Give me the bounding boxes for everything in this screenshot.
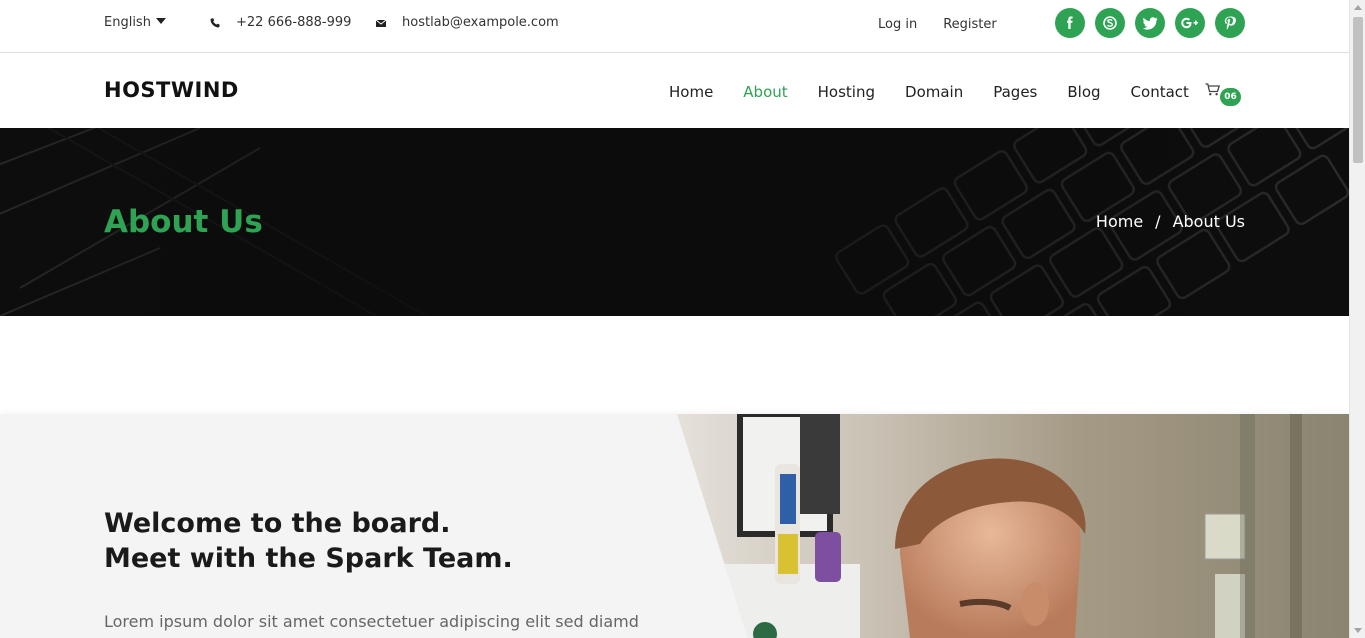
cart-count-badge: 06 <box>1220 88 1241 106</box>
facebook-button[interactable] <box>1055 8 1085 38</box>
google-plus-button[interactable] <box>1175 8 1205 38</box>
site-logo[interactable]: HOSTWIND <box>104 78 239 102</box>
page-title: About Us <box>104 204 263 240</box>
social-links <box>1055 8 1245 38</box>
twitter-button[interactable] <box>1135 8 1165 38</box>
email-address[interactable]: hostlab@exampole.com <box>402 15 559 30</box>
scrollbar-thumb[interactable] <box>1353 17 1363 163</box>
menu-item-blog[interactable]: Blog <box>1067 83 1100 101</box>
about-heading-line-1: Welcome to the board. <box>104 508 451 539</box>
breadcrumb-home[interactable]: Home <box>1096 212 1143 231</box>
skype-icon <box>1103 16 1117 30</box>
page-scrollbar[interactable] <box>1349 0 1365 638</box>
auth-links: Log in Register <box>878 17 997 32</box>
pinterest-icon <box>1224 16 1236 30</box>
envelope-icon <box>375 19 387 27</box>
about-section: Welcome to the board. Meet with the Spar… <box>0 414 1349 638</box>
menu-item-home[interactable]: Home <box>669 83 713 101</box>
cart-icon <box>1205 83 1221 96</box>
scroll-up-arrow-icon[interactable] <box>1354 5 1362 10</box>
menu-item-pages[interactable]: Pages <box>993 83 1037 101</box>
breadcrumb-separator: / <box>1155 212 1161 231</box>
about-heading-line-2: Meet with the Spark Team. <box>104 543 513 574</box>
register-link[interactable]: Register <box>943 17 997 32</box>
menu-item-contact[interactable]: Contact <box>1131 83 1189 101</box>
breadcrumb-current: About Us <box>1172 212 1245 231</box>
email-contact: hostlab@exampole.com <box>375 15 559 30</box>
about-heading: Welcome to the board. Meet with the Spar… <box>104 506 513 576</box>
top-bar: English +22 666-888-999 hostlab@exampole… <box>0 0 1349 53</box>
menu-item-about[interactable]: About <box>743 83 787 101</box>
menu-item-domain[interactable]: Domain <box>905 83 963 101</box>
menu-item-hosting[interactable]: Hosting <box>818 83 875 101</box>
breadcrumb: Home / About Us <box>1096 212 1245 231</box>
language-label: English <box>104 15 151 30</box>
twitter-icon <box>1142 16 1157 30</box>
caret-down-icon <box>155 17 166 24</box>
page-banner: About Us Home / About Us <box>0 128 1349 316</box>
main-navbar: HOSTWIND Home About Hosting Domain Pages… <box>0 53 1349 128</box>
phone-contact: +22 666-888-999 <box>209 15 351 30</box>
phone-number: +22 666-888-999 <box>236 15 352 30</box>
main-menu: Home About Hosting Domain Pages Blog Con… <box>669 83 1219 101</box>
language-selector[interactable]: English <box>104 15 166 30</box>
scroll-down-arrow-icon[interactable] <box>1354 628 1362 633</box>
about-paragraph: Lorem ipsum dolor sit amet consectetuer … <box>104 612 639 631</box>
cart-button[interactable]: 06 <box>1205 83 1245 107</box>
login-link[interactable]: Log in <box>878 17 917 32</box>
google-plus-icon <box>1181 17 1198 29</box>
phone-icon <box>210 17 220 28</box>
skype-button[interactable] <box>1095 8 1125 38</box>
facebook-icon <box>1067 16 1073 29</box>
pinterest-button[interactable] <box>1215 8 1245 38</box>
